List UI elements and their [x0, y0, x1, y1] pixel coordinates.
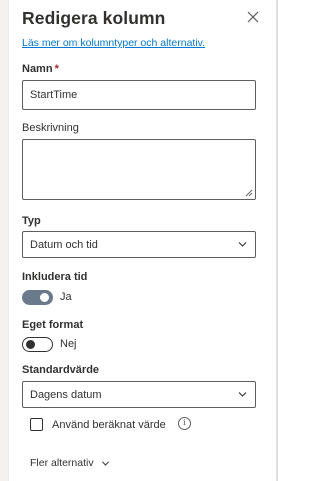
toggle-knob: [26, 340, 35, 349]
include-time-label: Inkludera tid: [22, 271, 88, 283]
calculated-value-label: Använd beräknat värde: [52, 419, 166, 431]
chevron-down-icon: [238, 392, 247, 397]
description-label: Beskrivning: [22, 122, 79, 134]
close-icon[interactable]: [247, 11, 259, 23]
custom-format-label: Eget format: [22, 319, 84, 331]
description-textarea[interactable]: [22, 139, 256, 200]
learn-more-link[interactable]: Läs mer om kolumntyper och alternativ.: [22, 37, 205, 49]
custom-format-toggle[interactable]: [22, 337, 53, 352]
chevron-down-icon: [101, 461, 109, 466]
background-list-edge: [0, 0, 9, 481]
name-label-text: Namn: [22, 63, 53, 75]
more-options-button[interactable]: Fler alternativ: [30, 457, 109, 469]
panel-title: Redigera kolumn: [22, 8, 166, 28]
include-time-toggle[interactable]: [22, 290, 53, 305]
required-marker: *: [54, 63, 59, 75]
type-dropdown[interactable]: Datum och tid: [22, 231, 256, 258]
name-input[interactable]: StartTime: [22, 80, 256, 110]
include-time-state: Ja: [60, 291, 72, 303]
default-value-label: Standardvärde: [22, 364, 100, 376]
type-label: Typ: [22, 215, 41, 227]
name-label: Namn *: [22, 63, 59, 75]
toggle-knob: [40, 293, 49, 302]
default-value-dropdown[interactable]: Dagens datum: [22, 381, 256, 408]
resize-handle-icon[interactable]: [245, 189, 253, 197]
type-selected-value: Datum och tid: [30, 239, 98, 251]
chevron-down-icon: [238, 242, 247, 247]
calculated-value-checkbox[interactable]: [30, 418, 43, 431]
info-icon[interactable]: i: [178, 417, 191, 430]
default-value-selected: Dagens datum: [30, 389, 102, 401]
custom-format-state: Nej: [60, 338, 77, 350]
more-options-label: Fler alternativ: [30, 457, 94, 469]
edit-column-panel: Redigera kolumn Läs mer om kolumntyper o…: [9, 0, 276, 481]
panel-scroll-edge: [276, 0, 278, 481]
